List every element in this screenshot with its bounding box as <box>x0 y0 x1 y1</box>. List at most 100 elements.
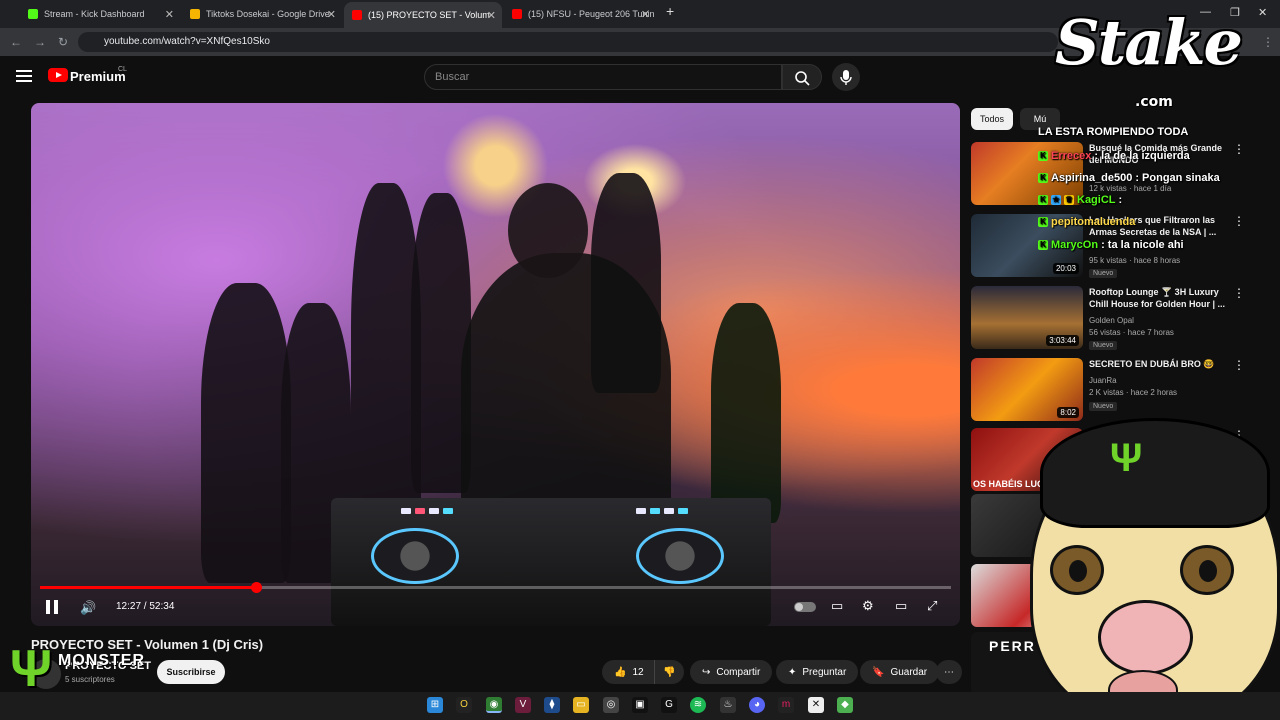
spotify-icon[interactable]: ≋ <box>690 697 706 713</box>
stake-logo-suffix: .com <box>1135 94 1173 110</box>
more-options-icon[interactable]: ⋮ <box>1233 286 1245 300</box>
tab-title: Stream - Kick Dashboard <box>44 9 145 19</box>
save-label: Guardar <box>890 666 928 678</box>
file-explorer-icon[interactable]: ▭ <box>573 697 589 713</box>
save-button[interactable]: 🔖 Guardar <box>860 660 940 684</box>
chat-username: pepitomaluenda <box>1051 216 1136 228</box>
reload-icon[interactable]: ↻ <box>58 35 68 49</box>
stake-logo: Stake <box>1055 6 1243 79</box>
scrubber-handle[interactable] <box>250 582 262 593</box>
share-button[interactable]: ↪ Compartir <box>690 660 773 684</box>
tab-title: (15) NFSU - Peugeot 206 Tunin <box>528 9 655 19</box>
search-input[interactable]: Buscar <box>424 64 782 90</box>
menu-icon[interactable] <box>16 70 32 82</box>
app-icon[interactable]: G <box>661 697 677 713</box>
subscribe-button[interactable]: Suscribirse <box>157 660 225 684</box>
progress-bar[interactable] <box>40 582 951 593</box>
recommendation-channel[interactable]: JuanRa <box>1089 376 1117 385</box>
recommendation-title[interactable]: Rooftop Lounge 🍸 3H Luxury Chill House f… <box>1089 286 1229 310</box>
chat-message: LA ESTA ROMPIENDO TODA <box>1038 126 1188 138</box>
close-tab-icon[interactable]: ✕ <box>641 8 650 21</box>
new-badge: Nuevo <box>1089 341 1118 350</box>
tab-proyecto-set[interactable]: (15) PROYECTO SET - Volum ✕ <box>344 2 502 28</box>
minecraft-icon[interactable]: ◆ <box>837 697 853 713</box>
pause-button[interactable] <box>46 600 58 614</box>
app-icon[interactable]: ✕ <box>808 697 824 713</box>
settings-gear-icon[interactable]: ⚙ <box>862 598 874 614</box>
recommendation-item[interactable]: 3:03:44 Rooftop Lounge 🍸 3H Luxury Chill… <box>971 286 1271 350</box>
country-code: CL <box>118 66 127 73</box>
youtube-favicon-icon <box>352 10 362 20</box>
tab-google-drive[interactable]: Tiktoks Dosekai - Google Drive ✕ <box>182 4 342 24</box>
close-tab-icon[interactable]: ✕ <box>327 8 336 21</box>
chat-username: Aspirina_de500 <box>1051 172 1133 184</box>
fullscreen-icon[interactable]: ⤢ <box>927 598 937 614</box>
plant-silhouette <box>711 303 781 523</box>
back-icon[interactable]: ← <box>10 35 22 49</box>
monster-claw-icon: Ψ <box>1110 436 1143 480</box>
video-player[interactable] <box>31 103 960 626</box>
volume-icon[interactable]: 🔊 <box>80 600 96 616</box>
search-button[interactable] <box>782 64 822 90</box>
autoplay-toggle[interactable] <box>794 602 816 612</box>
address-bar[interactable]: youtube.com/watch?v=XNfQes10Sko <box>78 32 1058 52</box>
obs-icon[interactable]: ◎ <box>603 697 619 713</box>
pad <box>636 508 646 514</box>
close-tab-icon[interactable]: ✕ <box>487 9 496 22</box>
pad <box>650 508 660 514</box>
more-actions-button[interactable]: ⋯ <box>936 660 962 684</box>
forward-icon[interactable]: → <box>34 35 46 49</box>
more-options-icon[interactable]: ⋮ <box>1233 358 1245 372</box>
close-window-icon[interactable]: ✕ <box>1258 6 1267 19</box>
kick-badge-icon: K <box>1038 217 1048 227</box>
like-count: 12 <box>632 666 644 678</box>
theater-mode-icon[interactable]: ▭ <box>895 598 907 614</box>
opera-gx-icon[interactable]: O <box>456 697 472 713</box>
monster-logo-icon: Ψ <box>10 640 53 698</box>
ask-button[interactable]: ✦ Preguntar <box>776 660 859 684</box>
recommendation-channel[interactable]: Golden Opal <box>1089 316 1134 325</box>
kick-badge-icon: K <box>1038 173 1048 183</box>
duration-badge: 20:03 <box>1052 263 1079 274</box>
voice-search-button[interactable] <box>832 63 860 91</box>
capcut-icon[interactable]: ▣ <box>632 697 648 713</box>
new-badge: Nuevo <box>1089 269 1118 278</box>
pad <box>664 508 674 514</box>
steam-icon[interactable]: ♨ <box>720 697 736 713</box>
video-thumbnail[interactable]: 8:02 <box>971 358 1083 421</box>
recommendation-item[interactable]: 8:02 SECRETO EN DUBÁI BRO 🤓 JuanRa 2 K v… <box>971 358 1271 422</box>
cat-cap <box>1040 418 1270 528</box>
more-options-icon[interactable]: ⋮ <box>1233 214 1245 228</box>
video-thumbnail[interactable]: 3:03:44 <box>971 286 1083 349</box>
new-tab-button[interactable]: + <box>666 3 674 19</box>
subscriber-badge-icon: ★ <box>1051 195 1061 205</box>
recommendation-meta: 95 k vistas · hace 8 horas <box>1089 256 1181 265</box>
tab-nfsu-peugeot[interactable]: (15) NFSU - Peugeot 206 Tunin ✕ <box>504 4 656 24</box>
discord-icon[interactable]: ◕ <box>749 697 765 713</box>
chat-username: MarycOn <box>1051 239 1099 251</box>
thumbs-down-icon: 👎 <box>663 666 676 678</box>
dislike-button[interactable]: 👎 <box>654 660 684 684</box>
recommendation-meta: 12 k vistas · hace 1 día <box>1089 184 1172 193</box>
chip-todos[interactable]: Todos <box>971 108 1013 130</box>
video-title: PROYECTO SET - Volumen 1 (Dj Cris) <box>31 637 264 652</box>
chrome-icon[interactable]: ◉ <box>486 697 502 713</box>
recommendation-title[interactable]: SECRETO EN DUBÁI BRO 🤓 <box>1089 358 1229 370</box>
chat-message: K pepitomaluenda <box>1038 216 1135 228</box>
more-options-icon[interactable]: ⋮ <box>1233 142 1245 156</box>
chat-username: KagiCL <box>1077 194 1116 206</box>
app-icon[interactable]: V <box>515 697 531 713</box>
kick-favicon-icon <box>28 9 38 19</box>
browser-menu-icon[interactable]: ⋮ <box>1262 35 1274 49</box>
time-display: 12:27 / 52:34 <box>116 601 175 612</box>
windows-start-icon[interactable]: ⊞ <box>427 697 443 713</box>
close-tab-icon[interactable]: ✕ <box>165 8 174 21</box>
youtube-logo-icon[interactable] <box>48 68 68 82</box>
like-button[interactable]: 👍 12 <box>602 660 654 684</box>
ask-label: Preguntar <box>802 666 847 678</box>
duration-badge: 8:02 <box>1057 407 1079 418</box>
app-icon[interactable]: ⧫ <box>544 697 560 713</box>
app-icon[interactable]: m <box>778 697 794 713</box>
tab-kick-dashboard[interactable]: Stream - Kick Dashboard ✕ <box>20 4 180 24</box>
subtitles-icon[interactable]: ▭ <box>831 598 843 614</box>
